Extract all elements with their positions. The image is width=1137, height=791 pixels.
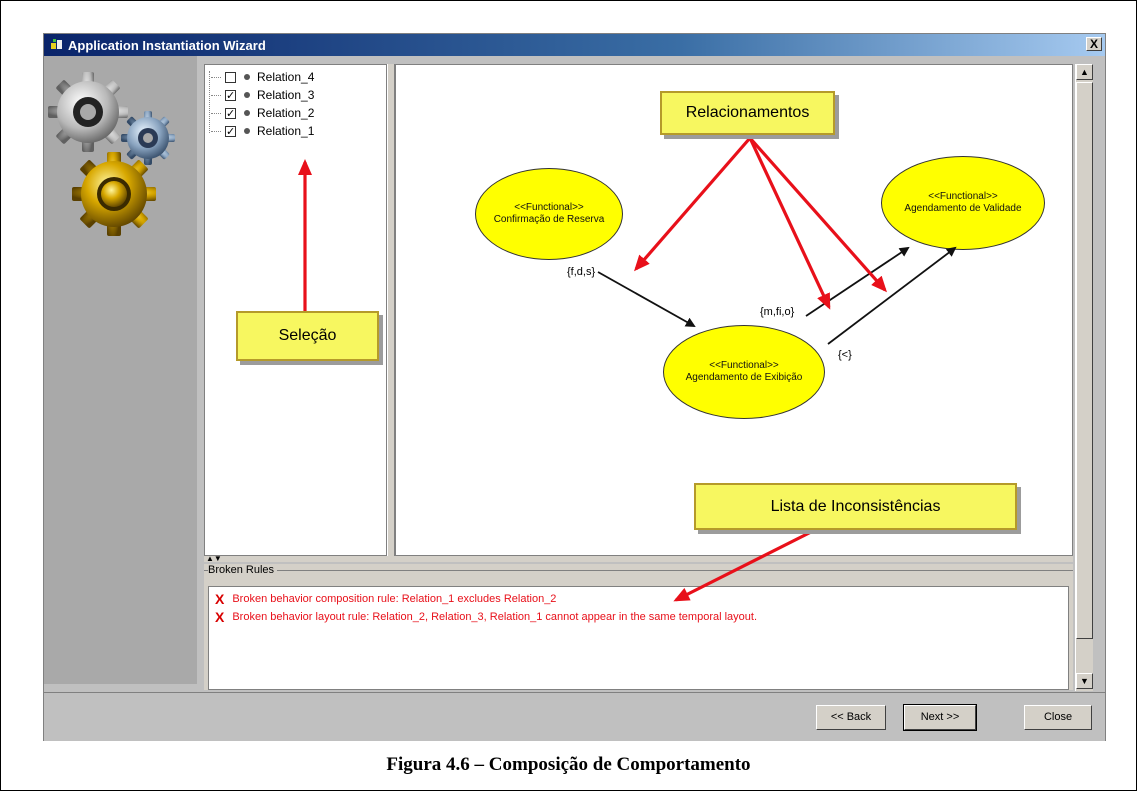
edge-exibicao-to-validade-2 — [827, 246, 957, 345]
callout-selecao: Seleção — [236, 311, 379, 361]
callout-lista-de-inconsistencias: Lista de Inconsistências — [694, 483, 1017, 530]
diagram-arrows — [298, 136, 957, 602]
red-arrow-relacionamentos-3 — [748, 136, 887, 293]
red-arrow-inconsistencias — [673, 528, 816, 602]
figure-caption: Figura 4.6 – Composição de Comportamento — [386, 754, 751, 775]
red-arrow-relacionamentos-1 — [634, 136, 752, 272]
callout-relacionamentos: Relacionamentos — [660, 91, 835, 135]
red-arrow-relacionamentos-2 — [748, 137, 831, 310]
edge-reserva-to-exibicao — [597, 271, 696, 327]
